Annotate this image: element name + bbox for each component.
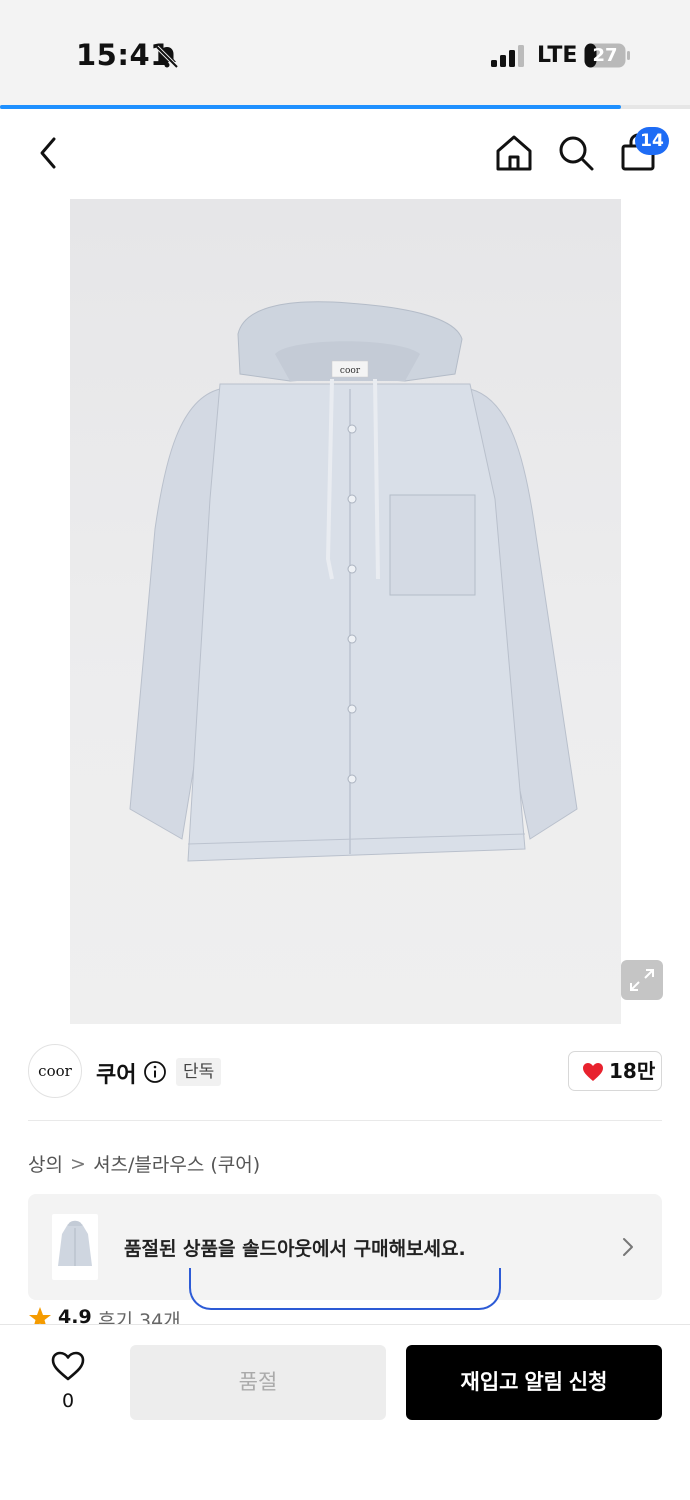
breadcrumb-subcategory[interactable]: 셔츠/블라우스 (쿠어)	[93, 1154, 260, 1176]
expand-icon	[630, 969, 654, 991]
battery-level: 27	[592, 45, 618, 66]
breadcrumb-separator: >	[70, 1152, 86, 1175]
signal-icon	[491, 45, 524, 67]
home-icon[interactable]	[490, 129, 538, 177]
breadcrumb: 상의 > 셔츠/블라우스 (쿠어)	[28, 1150, 260, 1177]
restock-alert-button[interactable]: 재입고 알림 신청	[406, 1345, 662, 1420]
brand-like-button[interactable]: 18만	[568, 1051, 662, 1091]
status-bar: 15:41 LTE 27	[0, 0, 690, 106]
chevron-right-icon	[623, 1238, 633, 1256]
cart-count-badge: 14	[635, 127, 669, 155]
wishlist-count: 0	[61, 1390, 75, 1412]
expand-image-button[interactable]	[621, 960, 663, 1000]
breadcrumb-category[interactable]: 상의	[28, 1154, 63, 1176]
soldout-product-thumbnail	[52, 1214, 98, 1280]
back-arrow-icon[interactable]	[26, 129, 74, 177]
divider	[28, 1120, 662, 1121]
soldout-button: 품절	[130, 1345, 386, 1420]
floating-pill-outline[interactable]	[189, 1268, 501, 1310]
brand-logo[interactable]: coor	[28, 1044, 82, 1098]
wishlist-heart-icon[interactable]	[50, 1350, 86, 1382]
shirt-thumbnail-icon	[58, 1220, 92, 1266]
search-icon[interactable]	[552, 129, 600, 177]
brand-like-count: 18만	[609, 1059, 656, 1083]
exclusive-badge: 단독	[176, 1058, 222, 1086]
info-icon[interactable]	[143, 1060, 167, 1084]
svg-text:coor: coor	[340, 366, 361, 376]
product-image[interactable]: coor	[70, 199, 621, 1024]
heart-filled-icon	[583, 1063, 603, 1081]
hooded-shirt-illustration: coor	[129, 301, 578, 862]
brand-name[interactable]: 쿠어	[96, 1057, 136, 1089]
soldout-banner-text: 품절된 상품을 솔드아웃에서 구매해보세요.	[124, 1238, 466, 1260]
bell-muted-icon	[155, 45, 179, 69]
top-nav	[0, 109, 690, 199]
battery-indicator: 27	[584, 43, 630, 68]
network-label: LTE	[537, 43, 578, 68]
